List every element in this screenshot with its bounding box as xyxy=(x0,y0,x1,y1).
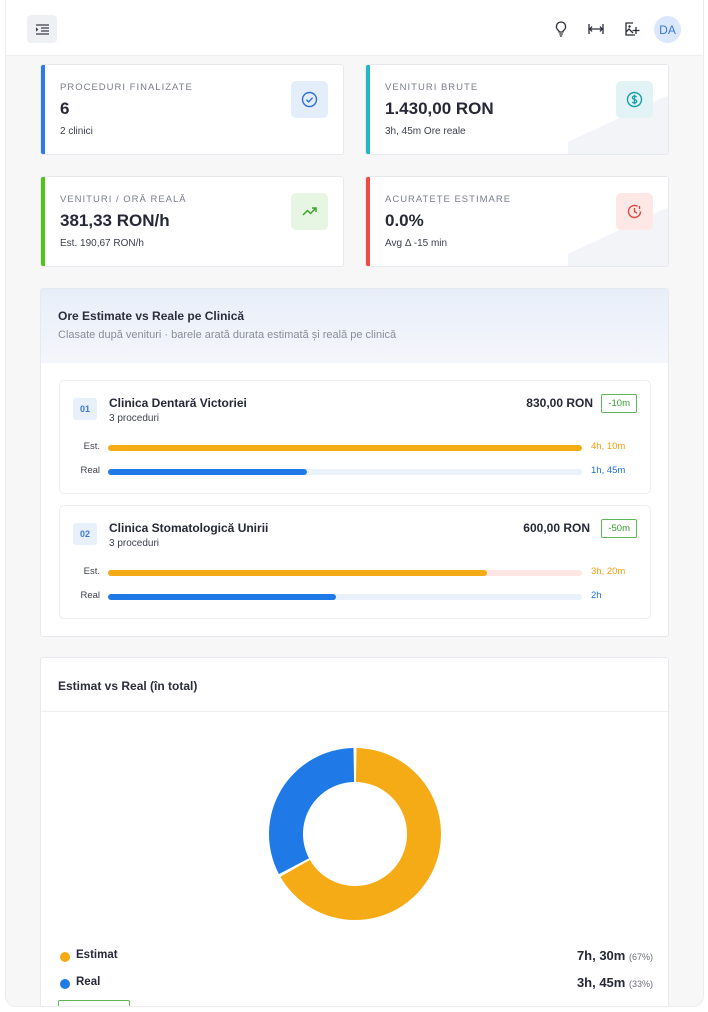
legend-duration: 7h, 30m xyxy=(576,948,626,963)
clinic-card[interactable]: 02 Clinica Stomatologică Unirii 3 proced… xyxy=(59,505,651,619)
panel-title: Estimat vs Real (în total) xyxy=(58,679,198,693)
real-bar xyxy=(108,594,336,600)
legend-percent: (67%) xyxy=(628,952,653,962)
real-row-label: Real xyxy=(80,590,100,601)
stat-label: VENITURI BRUTE xyxy=(385,82,479,93)
width-toggle-button[interactable] xyxy=(586,19,606,39)
panel-header xyxy=(41,289,668,363)
clinic-rank: 02 xyxy=(73,523,97,545)
accent-bar xyxy=(366,177,370,266)
legend-value: 7h, 30m (67%) xyxy=(577,948,653,963)
delta-badge: -10m xyxy=(601,394,637,413)
panel-title: Ore Estimate vs Reale pe Clinică xyxy=(58,309,245,323)
menu-toggle-icon xyxy=(35,23,49,35)
accent-bar xyxy=(366,65,370,154)
legend-value: 3h, 45m (33%) xyxy=(577,975,653,990)
clinic-name: Clinica Dentară Victoriei xyxy=(109,396,247,410)
est-bar xyxy=(108,445,582,451)
est-value: 4h, 10m xyxy=(591,441,626,452)
app-frame: DA PROCEDURI FINALIZATE 6 2 clinici VENI… xyxy=(6,0,703,1006)
legend-item-real[interactable]: Real 3h, 45m (33%) xyxy=(58,975,653,993)
est-bar xyxy=(108,570,488,576)
accent-bar xyxy=(41,177,45,266)
dollar-circle-icon xyxy=(626,91,643,108)
image-add-button[interactable] xyxy=(622,19,642,39)
stat-card-revenue: VENITURI BRUTE 1.430,00 RON 3h, 45m Ore … xyxy=(365,64,669,155)
est-value: 3h, 20m xyxy=(591,566,626,577)
stat-icon-box xyxy=(616,193,653,230)
stat-card-revenue-per-hour: VENITURI / ORĂ REALĂ 381,33 RON/h Est. 1… xyxy=(40,176,344,267)
clock-alert-icon xyxy=(627,204,642,219)
clinic-rank: 01 xyxy=(73,398,97,420)
clinic-card[interactable]: 01 Clinica Dentară Victoriei 3 proceduri… xyxy=(59,380,651,494)
stat-label: VENITURI / ORĂ REALĂ xyxy=(60,194,187,205)
stat-value: 381,33 RON/h xyxy=(60,211,170,230)
real-bar xyxy=(108,469,308,475)
legend-label: Real xyxy=(76,976,101,988)
real-track xyxy=(108,469,582,475)
legend-percent: (33%) xyxy=(628,979,653,989)
clinic-revenue: 830,00 RON xyxy=(526,396,593,410)
stat-label: PROCEDURI FINALIZATE xyxy=(60,82,193,93)
stat-sub: Avg Δ -15 min xyxy=(385,238,448,249)
legend-dot xyxy=(60,979,70,989)
divider xyxy=(41,711,668,712)
clinic-name: Clinica Stomatologică Unirii xyxy=(109,521,269,535)
real-value: 2h xyxy=(591,590,602,601)
est-row-label: Est. xyxy=(83,441,100,452)
clinic-procedures: 3 proceduri xyxy=(109,413,160,424)
clipped-badge xyxy=(58,1000,130,1006)
stat-icon-box xyxy=(291,193,328,230)
legend-duration: 3h, 45m xyxy=(576,975,626,990)
legend-label: Estimat xyxy=(76,949,118,961)
clinic-procedures: 3 proceduri xyxy=(109,538,160,549)
stat-label: ACURATEȚE ESTIMARE xyxy=(385,194,512,205)
real-value: 1h, 45m xyxy=(591,465,626,476)
width-expand-icon xyxy=(588,24,604,34)
panel-subtitle: Clasate după venituri · barele arată dur… xyxy=(58,329,397,341)
stat-card-procedures: PROCEDURI FINALIZATE 6 2 clinici xyxy=(40,64,344,155)
clinics-panel: Ore Estimate vs Reale pe Clinică Clasate… xyxy=(40,288,669,637)
stat-value: 6 xyxy=(60,99,70,118)
real-track xyxy=(108,594,582,600)
stat-value: 1.430,00 RON xyxy=(385,99,494,118)
real-row-label: Real xyxy=(80,465,100,476)
est-track xyxy=(108,570,582,576)
est-track xyxy=(108,445,582,451)
donut-slice-real[interactable] xyxy=(269,748,355,875)
stat-icon-box xyxy=(616,81,653,118)
user-avatar[interactable]: DA xyxy=(654,16,681,43)
clinic-revenue: 600,00 RON xyxy=(523,521,590,535)
trending-up-icon xyxy=(302,207,317,216)
menu-toggle-button[interactable] xyxy=(27,15,57,43)
donut-chart[interactable] xyxy=(266,745,444,923)
stat-icon-box xyxy=(291,81,328,118)
stat-card-accuracy: ACURATEȚE ESTIMARE 0.0% Avg Δ -15 min xyxy=(365,176,669,267)
check-circle-icon xyxy=(301,91,318,108)
est-row-label: Est. xyxy=(83,566,100,577)
lightbulb-icon xyxy=(555,21,567,37)
stat-sub: Est. 190,67 RON/h xyxy=(60,238,144,249)
totals-panel: Estimat vs Real (în total) Estimat 7h, 3… xyxy=(40,657,669,1006)
stat-value: 0.0% xyxy=(385,211,424,230)
lightbulb-button[interactable] xyxy=(551,19,571,39)
delta-badge: -50m xyxy=(601,519,637,538)
legend-dot xyxy=(60,952,70,962)
accent-bar xyxy=(41,65,45,154)
stat-sub: 3h, 45m Ore reale xyxy=(385,126,466,137)
stat-sub: 2 clinici xyxy=(60,126,93,137)
image-add-icon xyxy=(625,22,640,36)
top-bar: DA xyxy=(6,0,703,56)
legend-item-estimat[interactable]: Estimat 7h, 30m (67%) xyxy=(58,948,653,966)
